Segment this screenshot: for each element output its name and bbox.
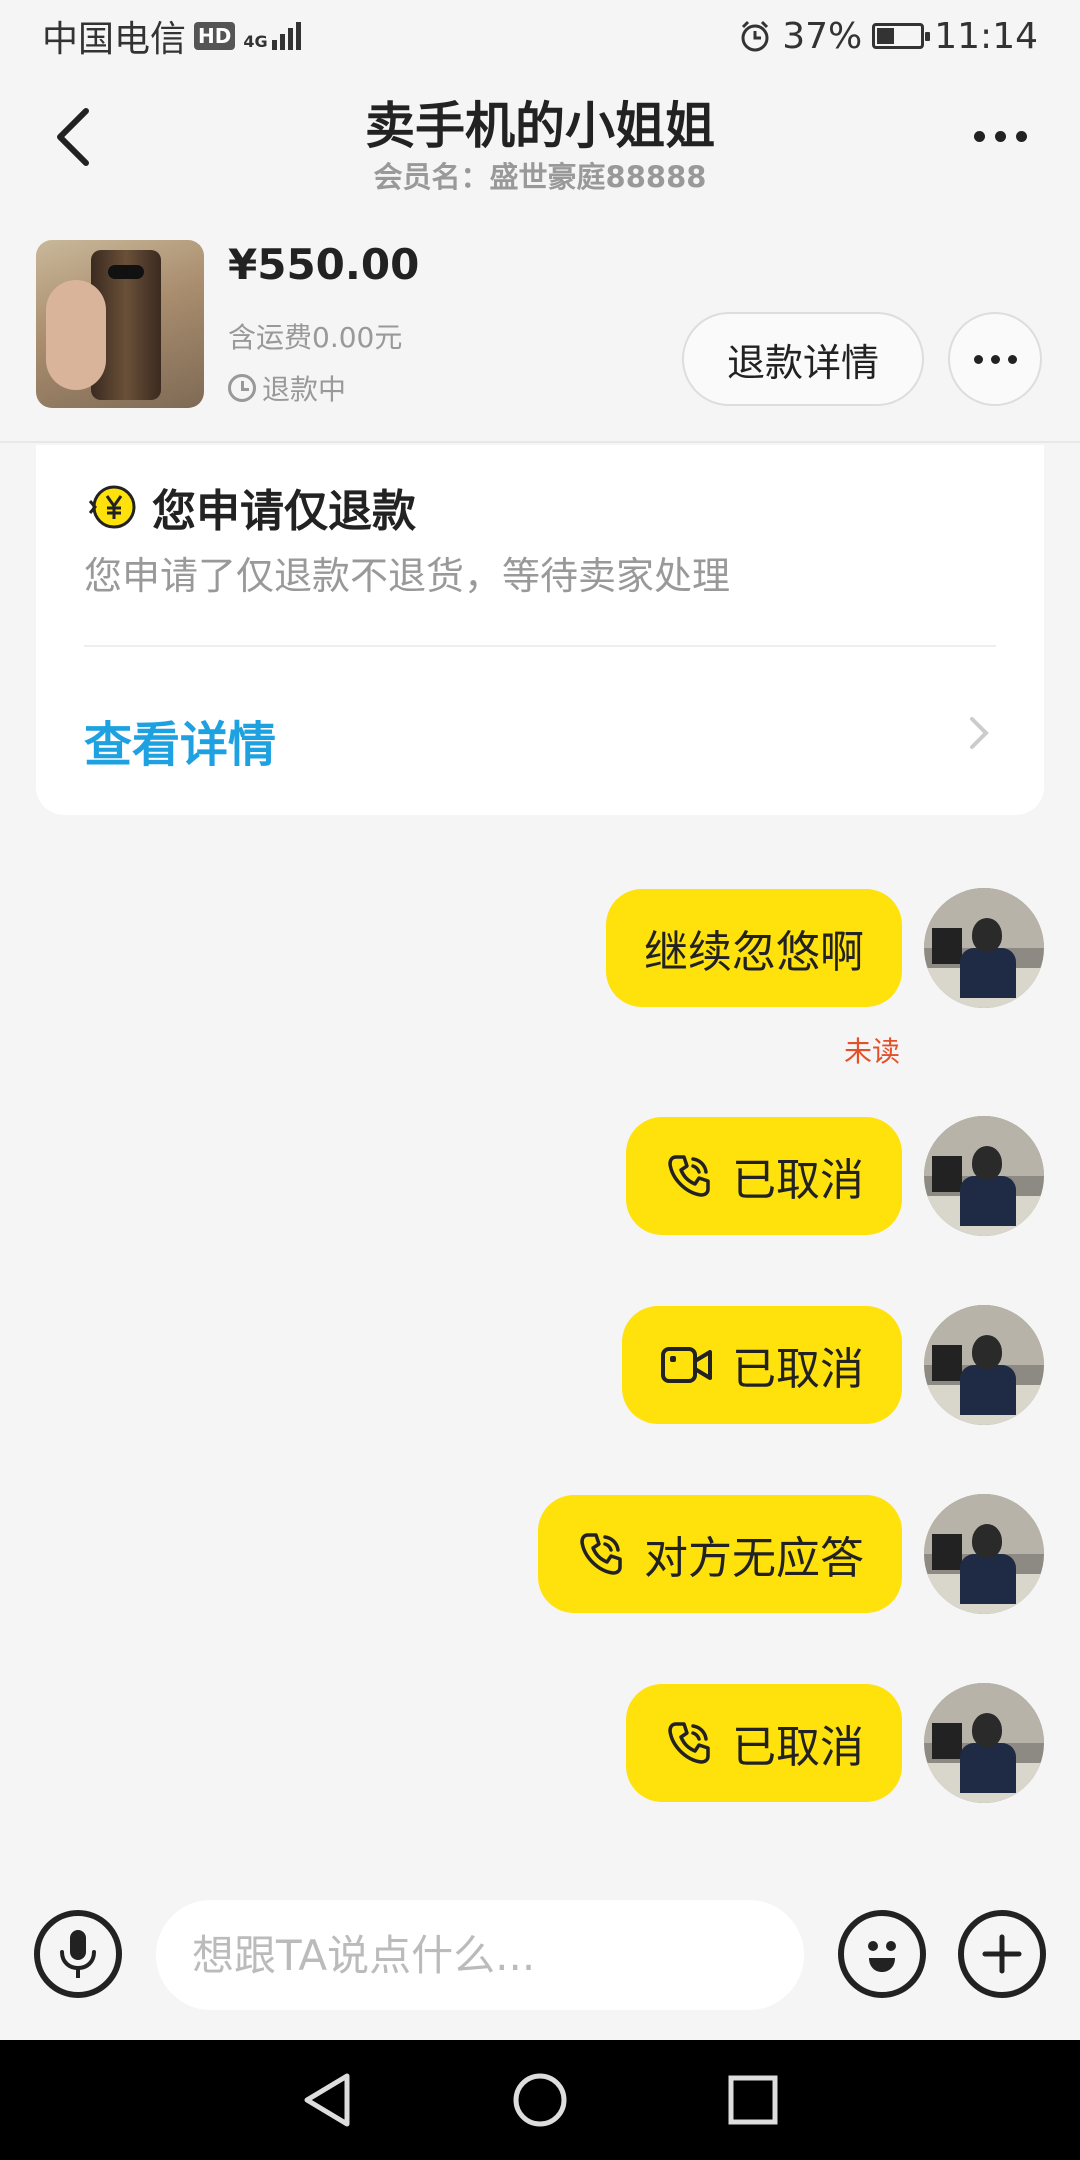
view-details-link[interactable]: 查看详情 bbox=[84, 705, 276, 775]
refund-status-label: 退款中 bbox=[262, 373, 347, 406]
message-row: 继续忽悠啊 bbox=[606, 888, 1044, 1008]
yen-refund-icon bbox=[88, 485, 136, 529]
triangle-back-icon bbox=[304, 2073, 350, 2127]
system-navigation-bar bbox=[0, 2040, 1080, 2160]
call-status-text: 已取消 bbox=[732, 1722, 864, 1773]
call-status-text: 对方无应答 bbox=[644, 1533, 864, 1584]
chat-header: 卖手机的小姐姐 会员名：盛世豪庭88888 bbox=[0, 72, 1080, 202]
refund-status: 退款中 bbox=[228, 368, 346, 408]
message-row: 已取消 bbox=[622, 1305, 1044, 1425]
call-bubble[interactable]: 已取消 bbox=[626, 1117, 902, 1235]
avatar[interactable] bbox=[924, 888, 1044, 1008]
emoji-icon bbox=[868, 1941, 896, 1972]
chat-title: 卖手机的小姐姐 bbox=[365, 97, 715, 155]
battery-icon bbox=[872, 23, 931, 49]
square-recents-icon bbox=[728, 2075, 778, 2125]
call-status-text: 已取消 bbox=[732, 1344, 864, 1395]
message-row: 对方无应答 bbox=[538, 1494, 1044, 1614]
video-call-bubble[interactable]: 已取消 bbox=[622, 1306, 902, 1424]
clock-time: 11:14 bbox=[934, 15, 1038, 57]
refund-title-text: 您申请仅退款 bbox=[152, 486, 416, 537]
plus-icon bbox=[982, 1934, 1022, 1974]
alarm-icon bbox=[741, 20, 769, 52]
chevron-right-icon[interactable] bbox=[964, 713, 994, 753]
emoji-button[interactable] bbox=[838, 1910, 926, 1998]
call-bubble[interactable]: 对方无应答 bbox=[538, 1495, 902, 1613]
nav-home-button[interactable] bbox=[505, 2065, 575, 2135]
message-text: 继续忽悠啊 bbox=[644, 927, 864, 978]
product-price: ¥550.00 bbox=[228, 240, 420, 289]
unread-label: 未读 bbox=[843, 1035, 900, 1068]
more-options-button[interactable] bbox=[960, 116, 1040, 156]
refund-card-title: 您申请仅退款 bbox=[86, 475, 416, 539]
signal-icon: 4G bbox=[243, 22, 301, 51]
carrier-label: 中国电信 bbox=[42, 19, 187, 60]
avatar[interactable] bbox=[924, 1305, 1044, 1425]
clock-icon bbox=[228, 374, 256, 402]
shipping-fee: 含运费0.00元 bbox=[228, 321, 403, 354]
avatar[interactable] bbox=[924, 1116, 1044, 1236]
call-bubble[interactable]: 已取消 bbox=[626, 1684, 902, 1802]
refund-description: 您申请了仅退款不退货，等待卖家处理 bbox=[84, 554, 731, 598]
avatar[interactable] bbox=[924, 1494, 1044, 1614]
refund-card: 您申请仅退款 您申请了仅退款不退货，等待卖家处理 查看详情 bbox=[36, 445, 1044, 815]
message-bubble[interactable]: 继续忽悠啊 bbox=[606, 889, 902, 1007]
phone-icon bbox=[668, 1155, 710, 1197]
message-row: 已取消 bbox=[626, 1683, 1044, 1803]
refund-detail-button[interactable]: 退款详情 bbox=[682, 312, 924, 406]
status-bar: 中国电信 HD 4G 37% 11:14 bbox=[0, 0, 1080, 72]
network-type-label: 4G bbox=[243, 32, 268, 51]
phone-icon bbox=[580, 1533, 622, 1575]
product-info: ¥550.00 含运费0.00元 退款中 退款详情 bbox=[0, 218, 1080, 443]
battery-percent: 37% bbox=[782, 15, 863, 57]
voice-button[interactable] bbox=[34, 1910, 122, 1998]
microphone-icon bbox=[60, 1930, 96, 1978]
avatar[interactable] bbox=[924, 1683, 1044, 1803]
message-row: 已取消 bbox=[626, 1116, 1044, 1236]
product-more-button[interactable] bbox=[948, 312, 1042, 406]
status-left: 中国电信 HD 4G bbox=[42, 10, 301, 62]
input-bar bbox=[0, 1880, 1080, 2040]
status-right: 37% 11:14 bbox=[738, 16, 1038, 57]
product-thumbnail[interactable] bbox=[36, 240, 204, 408]
circle-home-icon bbox=[513, 2073, 567, 2127]
nav-back-button[interactable] bbox=[292, 2065, 362, 2135]
call-status-text: 已取消 bbox=[732, 1155, 864, 1206]
phone-icon bbox=[668, 1722, 710, 1764]
add-button[interactable] bbox=[958, 1910, 1046, 1998]
message-input[interactable] bbox=[156, 1900, 804, 2010]
video-icon bbox=[661, 1347, 712, 1383]
nav-recents-button[interactable] bbox=[718, 2065, 788, 2135]
member-name: 会员名：盛世豪庭88888 bbox=[373, 160, 707, 194]
hd-badge: HD bbox=[194, 22, 236, 50]
divider bbox=[84, 645, 996, 647]
